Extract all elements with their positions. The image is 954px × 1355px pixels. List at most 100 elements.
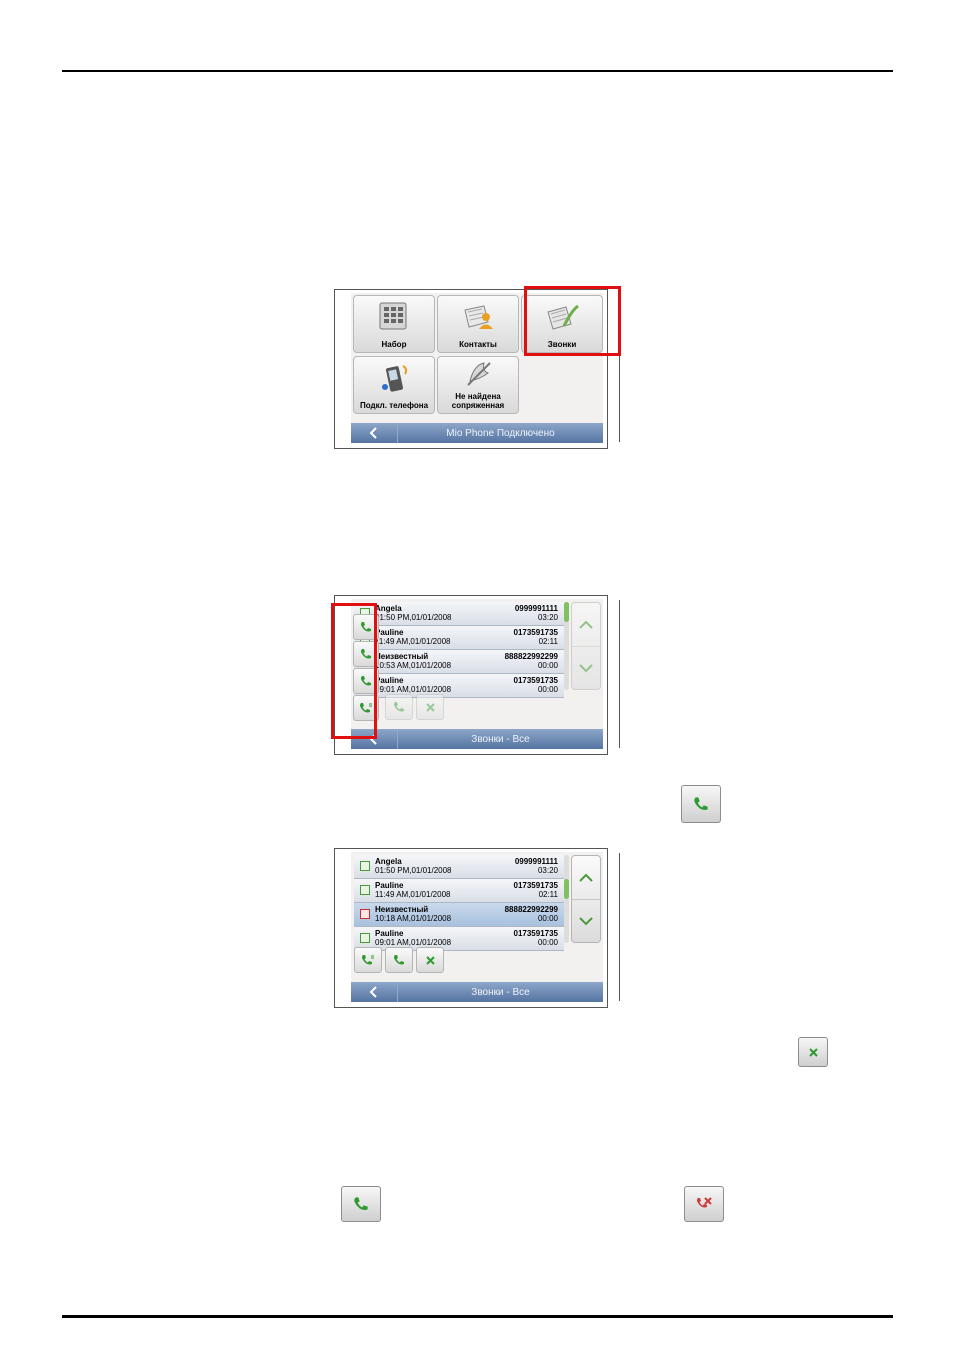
- scroll-up-button[interactable]: [572, 856, 600, 900]
- caller-number: 0173591735: [513, 628, 559, 637]
- contacts-tile-label: Контакты: [459, 340, 497, 349]
- connect-phone-tile-label: Подкл. телефона: [359, 401, 429, 410]
- delete-button[interactable]: [416, 694, 444, 720]
- caller-number: 0999991111: [514, 604, 558, 613]
- call-duration: 02:11: [538, 890, 558, 899]
- call-time: 09:01 AM,01/01/2008: [375, 938, 452, 947]
- scrollbar[interactable]: [564, 602, 569, 690]
- caller-number: 888822992299: [504, 652, 558, 661]
- keypad-icon: [379, 302, 407, 330]
- status-title: Mio Phone Подключено: [446, 427, 555, 439]
- call-log-screen-1: Angela 01:50 PM,01/01/2008 0999991111 03…: [351, 599, 603, 749]
- call-row[interactable]: Pauline 11:49 AM,01/01/2008 0173591735 0…: [354, 626, 564, 650]
- close-icon: [425, 955, 435, 965]
- delete-button-inline[interactable]: [798, 1037, 828, 1067]
- scrollbar[interactable]: [564, 855, 569, 943]
- action-buttons: [354, 947, 444, 973]
- header-rule: [62, 70, 893, 72]
- caller-name: Pauline: [375, 628, 404, 637]
- call-row[interactable]: Неизвестный 10:53 AM,01/01/2008 88882299…: [354, 650, 564, 674]
- chevron-up-icon: [579, 873, 593, 882]
- caller-name: Pauline: [375, 929, 404, 938]
- call-button-inline[interactable]: [681, 785, 721, 823]
- incoming-call-icon: [360, 861, 370, 871]
- missed-call-icon: [360, 909, 370, 919]
- reject-button-inline[interactable]: [684, 1186, 724, 1222]
- phone-icon: [354, 1197, 368, 1210]
- call-row-selected[interactable]: Неизвестный 10:18 AM,01/01/2008 88882299…: [354, 903, 564, 927]
- call-time: 10:53 AM,01/01/2008: [375, 661, 452, 670]
- status-bar: Звонки - Все: [351, 729, 603, 749]
- delete-button[interactable]: [416, 947, 444, 973]
- back-button[interactable]: [351, 982, 398, 1002]
- call-time: 01:50 PM,01/01/2008: [375, 866, 452, 875]
- chevron-down-icon: [579, 664, 593, 673]
- caller-name: Pauline: [375, 881, 404, 890]
- call-duration: 03:20: [537, 613, 558, 622]
- call-list: Angela 01:50 PM,01/01/2008 0999991111 03…: [354, 855, 564, 951]
- chevron-left-icon: [369, 986, 377, 998]
- dial-tile[interactable]: Набор: [353, 295, 435, 353]
- call-duration: 00:00: [537, 685, 558, 694]
- scrollbar-thumb[interactable]: [564, 602, 569, 622]
- status-title: Звонки - Все: [471, 733, 530, 745]
- chevron-up-icon: [579, 620, 593, 629]
- status-title: Звонки - Все: [471, 986, 530, 998]
- phone-bluetooth-icon: [382, 365, 408, 392]
- incoming-call-icon: [360, 885, 370, 895]
- back-button[interactable]: [351, 423, 398, 443]
- caller-name: Неизвестный: [375, 905, 429, 914]
- call-row[interactable]: Angela 01:50 PM,01/01/2008 0999991111 03…: [354, 602, 564, 626]
- caller-name: Angela: [375, 604, 402, 613]
- answer-button-inline[interactable]: [341, 1186, 381, 1222]
- caller-name: Pauline: [375, 676, 404, 685]
- call-duration: 00:00: [537, 914, 558, 923]
- contacts-tile[interactable]: Контакты: [437, 295, 519, 353]
- phone-list-icon: [362, 955, 374, 965]
- scroll-down-button[interactable]: [572, 647, 600, 690]
- call-duration: 00:00: [537, 938, 558, 947]
- phone-icon: [694, 797, 708, 810]
- chevron-down-icon: [579, 917, 593, 926]
- call-time: 10:18 AM,01/01/2008: [375, 914, 452, 923]
- frame-edge: [619, 600, 620, 748]
- action-buttons: [385, 694, 444, 720]
- not-paired-tile[interactable]: Не найдена сопряженная: [437, 356, 519, 414]
- call-duration: 00:00: [537, 661, 558, 670]
- scrollbar-thumb[interactable]: [564, 879, 569, 899]
- call-list: Angela 01:50 PM,01/01/2008 0999991111 03…: [354, 602, 564, 698]
- close-icon: [425, 702, 435, 712]
- caller-number: 0173591735: [513, 676, 559, 685]
- connect-phone-tile[interactable]: Подкл. телефона: [353, 356, 435, 414]
- dial-tile-label: Набор: [381, 340, 407, 349]
- filter-all-button[interactable]: [354, 947, 382, 973]
- call-time: 09:01 AM,01/01/2008: [375, 685, 452, 694]
- filter-buttons-highlight: [331, 603, 377, 739]
- call-time: 01:50 PM,01/01/2008: [375, 613, 452, 622]
- frame-edge: [619, 853, 620, 1001]
- contacts-icon: [464, 305, 493, 329]
- not-paired-tile-label: Не найдена сопряженная: [451, 392, 505, 410]
- scroll-up-button[interactable]: [572, 603, 600, 647]
- call-row[interactable]: Angela 01:50 PM,01/01/2008 0999991111 03…: [354, 855, 564, 879]
- call-time: 11:49 AM,01/01/2008: [375, 637, 451, 646]
- status-bar: Звонки - Все: [351, 982, 603, 1002]
- caller-number: 0173591735: [513, 881, 559, 890]
- caller-name: Angela: [375, 857, 402, 866]
- scroll-down-button[interactable]: [572, 900, 600, 943]
- call-duration: 03:20: [537, 866, 558, 875]
- call-duration: 02:11: [538, 637, 558, 646]
- chevron-left-icon: [369, 427, 377, 439]
- call-back-button[interactable]: [385, 694, 413, 720]
- phone-icon: [394, 955, 404, 965]
- no-pairing-icon: [467, 362, 491, 386]
- call-log-screenshot-2: Angela 01:50 PM,01/01/2008 0999991111 03…: [334, 848, 620, 1008]
- call-row[interactable]: Pauline 11:49 AM,01/01/2008 0173591735 0…: [354, 879, 564, 903]
- calls-tile-highlight: [524, 286, 621, 356]
- scroll-arrows: [571, 602, 601, 690]
- scroll-arrows: [571, 855, 601, 943]
- call-back-button[interactable]: [385, 947, 413, 973]
- caller-number: 888822992299: [504, 905, 558, 914]
- caller-number: 0173591735: [513, 929, 559, 938]
- close-icon: [808, 1047, 818, 1057]
